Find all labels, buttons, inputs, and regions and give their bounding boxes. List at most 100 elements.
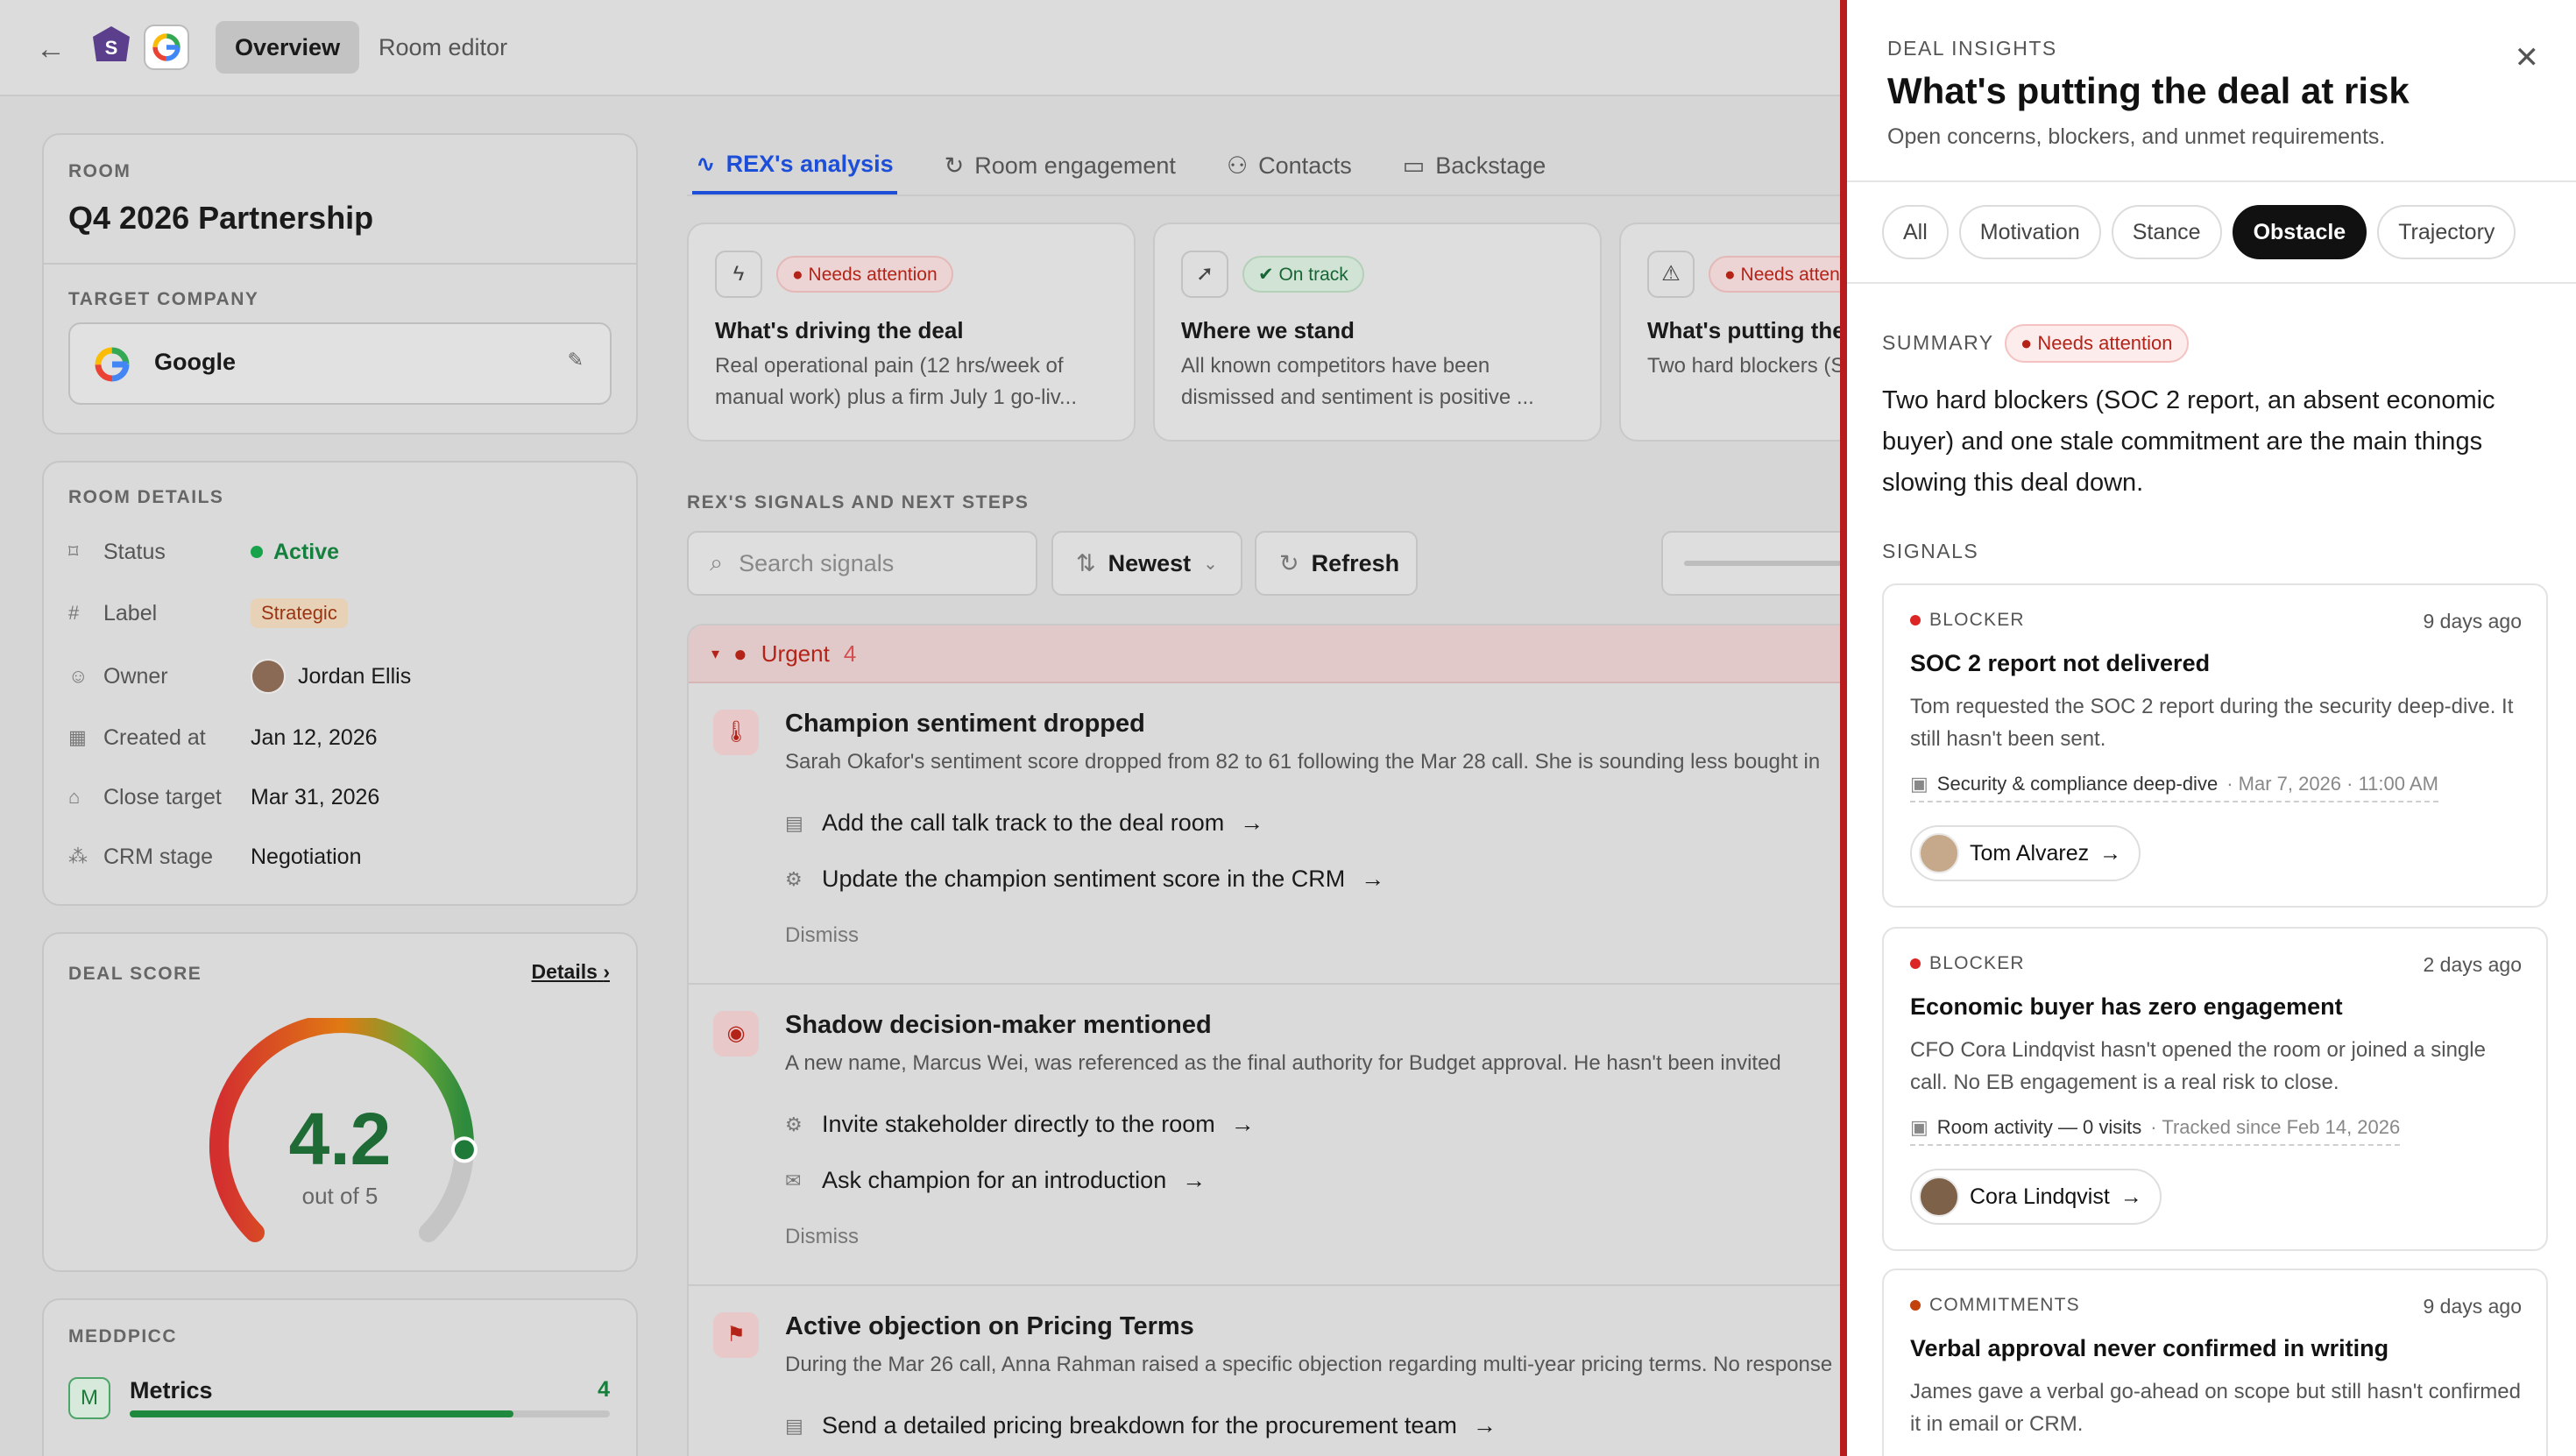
deal-score-card: DEAL SCORE Details › 4.2 out of 5 [42,932,638,1272]
hash-icon: # [68,602,80,624]
signal-type: COMMITMENTS [1910,1295,2080,1316]
signal-source[interactable]: ▣ Room activity — 0 visits · Tracked since… [1910,1116,2401,1146]
status-value[interactable]: Active [251,534,339,569]
dismiss-button[interactable]: Dismiss [785,923,859,948]
contact-chip[interactable]: Cora Lindqvist → [1910,1169,2162,1225]
refresh-label: Refresh [1311,549,1400,576]
refresh-icon: ↻ [1279,549,1299,576]
detail-label-row: # Label [68,596,252,631]
label-value[interactable]: Strategic [251,596,348,631]
filter-motivation[interactable]: Motivation [1958,205,2101,259]
stages-icon: ⁂ [68,845,88,867]
signal-type: BLOCKER [1910,610,2025,631]
insight-title: What's putting the deal at risk [1647,317,1856,343]
insight-title: Where we stand [1181,317,1355,343]
filter-stance[interactable]: Stance [2111,205,2222,259]
close-icon[interactable]: ✕ [2515,40,2540,75]
panel-eyebrow: DEAL INSIGHTS [1887,37,2057,60]
top-bar: ← S Overview Room editor [0,0,1840,96]
signal-time: 9 days ago [2423,1295,2522,1318]
detail-label: Close target [103,784,222,809]
room-eyebrow: ROOM [68,161,131,181]
back-arrow-icon[interactable]: ← [32,30,70,68]
details-link[interactable]: Details › [532,960,611,984]
spy-icon: ◉ [713,1011,759,1057]
contact-chip[interactable]: Tom Alvarez → [1910,825,2141,881]
refresh-button[interactable]: ↻ Refresh [1255,531,1418,596]
dismiss-button[interactable]: Dismiss [785,1225,859,1249]
score-out-of: out of 5 [301,1183,379,1209]
detail-label: Owner [103,663,168,689]
signal-action[interactable]: ⚙ Update the champion sentiment score in … [785,866,1384,893]
alert-icon: ● [733,640,747,667]
signals-list: ▾ ● Urgent 4 🌡 Champion sentiment droppe… [687,624,1861,1456]
arrow-right-icon: → [1230,1111,1255,1137]
filter-obstacle[interactable]: Obstacle [2232,205,2367,259]
signal-desc: CFO Cora Lindqvist hasn't opened the roo… [1910,1038,2486,1094]
arrow-right-icon: → [1472,1412,1497,1438]
detail-crm-stage: ⁂ CRM stage [68,839,252,874]
signal-action[interactable]: ▤ Add the call talk track to the deal roo… [785,809,1263,837]
sort-select[interactable]: ⇅ Newest ⌄ [1051,531,1242,596]
needs-attention-badge: ● Needs attention [776,256,953,293]
tab-backstage[interactable]: ▭ Backstage [1399,137,1550,194]
sort-label: Newest [1108,549,1192,576]
tab-room-engagement[interactable]: ↻ Room engagement [941,137,1179,194]
target-company-eyebrow: TARGET COMPANY [68,289,259,309]
signal-desc: Tom requested the SOC 2 report during th… [1910,695,2514,751]
tab-contacts[interactable]: ⚇ Contacts [1223,137,1355,194]
signal-card[interactable]: BLOCKER 2 days ago Economic buyer has ze… [1882,927,2548,1251]
thermometer-icon: 🌡 [713,710,759,755]
metrics-value: 4 [598,1377,610,1402]
signal-item: 🌡 Champion sentiment dropped Sarah Okafo… [689,683,1859,985]
signal-action[interactable]: ⚙ Invite stakeholder directly to the room… [785,1111,1255,1138]
filter-chips: All Motivation Stance Obstacle Trajector… [1882,205,2516,259]
signal-action[interactable]: ▤ Send a detailed pricing breakdown for t… [785,1412,1497,1439]
strategic-badge: Strategic [251,598,348,628]
signal-title: SOC 2 report not delivered [1910,650,2211,676]
signals-section-eyebrow: REX'S SIGNALS AND NEXT STEPS [687,492,1030,512]
svg-text:S: S [105,37,118,59]
tab-room-editor[interactable]: Room editor [359,21,527,74]
signal-card[interactable]: COMMITMENTS 9 days ago Verbal approval n… [1882,1269,2548,1456]
sort-icon: ⇅ [1076,549,1096,576]
urgent-group-header[interactable]: ▾ ● Urgent 4 [689,626,1859,683]
status-text: Active [273,539,340,564]
room-card: ROOM Q4 2026 Partnership TARGET COMPANY … [42,133,638,435]
edit-pencil-icon[interactable]: ✎ [568,349,584,371]
filter-all[interactable]: All [1882,205,1949,259]
signal-time: 9 days ago [2423,610,2522,633]
owner-value[interactable]: Jordan Ellis [251,659,411,694]
crm-stage-value: Negotiation [251,844,362,869]
google-logo-icon [95,347,130,382]
detail-created: ▦ Created at [68,720,252,755]
room-title: Q4 2026 Partnership [68,200,374,236]
user-icon: ☺ [68,665,88,687]
panel-subtitle: Open concerns, blockers, and unmet requi… [1887,124,2386,149]
search-signals-input[interactable]: ⌕ Search signals [687,531,1037,596]
signal-source[interactable]: ▣ Security & compliance deep-dive · Mar 7,… [1910,773,2438,802]
google-logo-icon [144,25,189,70]
company-selector[interactable]: Google ✎ [68,322,612,405]
warning-icon: ⚠ [1647,251,1695,298]
arrow-right-icon: → [2120,1184,2142,1209]
folder-icon: ▭ [1402,152,1426,179]
signal-action[interactable]: ✉ Ask champion for an introduction → [785,1167,1206,1194]
deal-insights-panel: DEAL INSIGHTS What's putting the deal at… [1840,0,2576,1456]
filter-trajectory[interactable]: Trajectory [2377,205,2516,259]
signal-item: ⚑ Active objection on Pricing Terms Duri… [689,1286,1859,1456]
insight-card-stand[interactable]: ➚ ✔ On track Where we stand All known co… [1153,223,1602,442]
tab-overview[interactable]: Overview [216,21,360,74]
detail-status: ⌑ Status [68,534,252,569]
gear-icon: ⚙ [785,867,803,890]
insight-card-risk[interactable]: ⚠ ● Needs attention What's putting the d… [1619,223,1856,442]
arrow-right-icon: → [2099,840,2122,866]
status-dot-icon [1910,958,1921,969]
metrics-label: Metrics [130,1377,213,1403]
tab-rex-analysis[interactable]: ∿ REX's analysis [692,137,897,194]
avatar [1919,1177,1959,1217]
meddpicc-card: MEDDPICC M Metrics 4 [42,1298,638,1456]
status-dot-icon [251,546,263,558]
insight-card-driving[interactable]: ϟ ● Needs attention What's driving the d… [687,223,1136,442]
signal-card[interactable]: BLOCKER 9 days ago SOC 2 report not deli… [1882,583,2548,908]
